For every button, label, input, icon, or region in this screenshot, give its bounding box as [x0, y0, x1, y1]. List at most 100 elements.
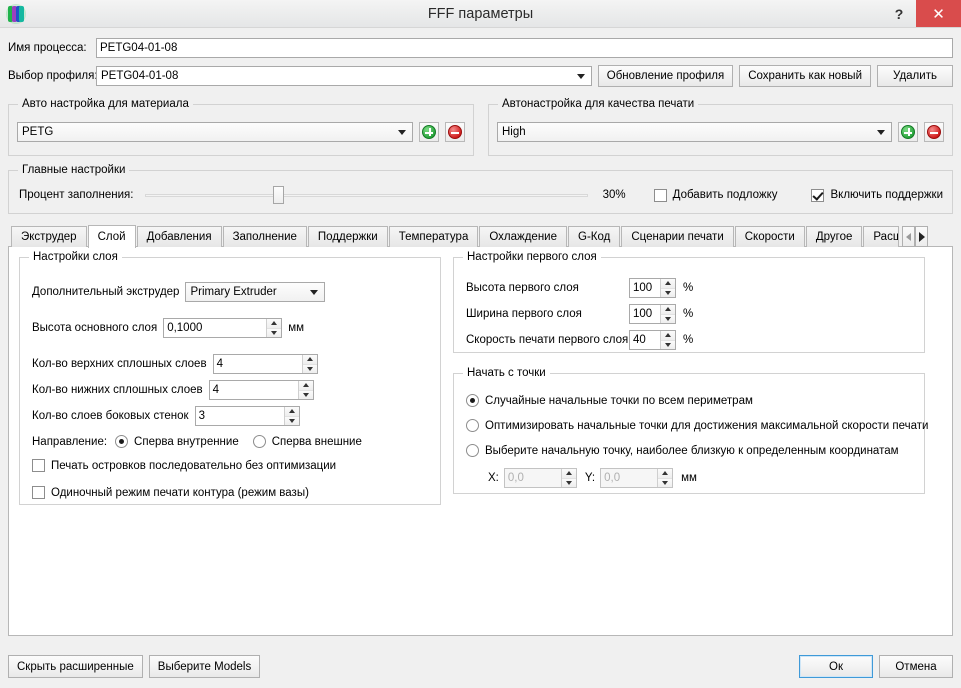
first-layer-height-value: 100	[633, 282, 653, 294]
remove-material-button[interactable]	[445, 122, 465, 142]
stepper-down[interactable]	[267, 327, 282, 337]
add-quality-button[interactable]	[898, 122, 918, 142]
start-random-label: Случайные начальные точки по всем периме…	[485, 394, 753, 407]
stepper-down[interactable]	[658, 477, 673, 487]
vase-mode-checkbox[interactable]: Одиночный режим печати контура (режим ва…	[32, 486, 309, 499]
tab-11[interactable]: Расш	[863, 226, 900, 247]
stepper-down[interactable]	[302, 363, 317, 373]
stepper-up[interactable]	[284, 407, 299, 416]
tab-10[interactable]: Другое	[805, 226, 863, 247]
direction-inner-first-radio[interactable]: Сперва внутренние	[115, 435, 239, 448]
window-controls: ? ✕	[882, 0, 961, 27]
remove-quality-button[interactable]	[924, 122, 944, 142]
first-layer-width-value: 100	[633, 308, 653, 320]
tab-strip: Экструдер Слой Добавления Заполнение Поддерж…	[8, 224, 953, 248]
stepper-down[interactable]	[298, 389, 313, 399]
select-models-button[interactable]: Выберите Models	[148, 655, 261, 678]
profile-label: Выбор профиля:	[8, 70, 98, 82]
stepper-down[interactable]	[661, 339, 675, 349]
tab-5[interactable]: Температура	[388, 226, 479, 247]
first-layer-width-stepper[interactable]: 100	[629, 304, 676, 324]
tab-label: Добавления	[146, 231, 212, 243]
direction-label: Направление:	[32, 435, 108, 448]
tab-2[interactable]: Добавления	[136, 226, 222, 247]
layer-height-stepper[interactable]: 0,1000	[163, 318, 283, 338]
ok-button[interactable]: Ок	[799, 655, 873, 678]
plus-icon	[422, 125, 436, 139]
stepper-up[interactable]	[267, 319, 282, 328]
first-layer-group: Настройки первого слоя Высота первого сл…	[453, 251, 925, 353]
direction-outer-first-radio[interactable]: Сперва внешние	[252, 435, 362, 448]
radio-selected	[115, 435, 129, 448]
stepper-up[interactable]	[561, 469, 576, 478]
sequential-islands-checkbox[interactable]: Печать островков последовательно без опт…	[32, 459, 336, 472]
help-icon[interactable]: ?	[882, 0, 916, 27]
tab-3[interactable]: Заполнение	[222, 226, 307, 247]
stepper-down[interactable]	[661, 313, 675, 323]
top-solid-layers-stepper[interactable]: 4	[212, 354, 318, 374]
add-material-button[interactable]	[419, 122, 439, 142]
add-raft-label: Добавить подложку	[672, 189, 778, 201]
tab-7[interactable]: G-Код	[568, 226, 621, 247]
tab-label: Температура	[398, 231, 469, 243]
stepper-up[interactable]	[302, 355, 317, 364]
slider-handle[interactable]	[272, 186, 284, 204]
delete-profile-button[interactable]: Удалить	[877, 65, 953, 87]
enable-supports-checkbox[interactable]: Включить поддержки	[811, 188, 943, 202]
stepper-down[interactable]	[661, 287, 675, 297]
tab-4[interactable]: Поддержки	[307, 226, 388, 247]
start-random-radio[interactable]: Случайные начальные точки по всем периме…	[466, 394, 753, 407]
tab-scroll-left-icon[interactable]	[902, 226, 916, 247]
tab-0[interactable]: Экструдер	[11, 226, 87, 247]
quality-select[interactable]: High	[497, 122, 892, 142]
start-x-value: 0,0	[507, 472, 524, 484]
extra-extruder-select[interactable]: Primary Extruder	[185, 282, 326, 302]
profile-select[interactable]: PETG04-01-08	[96, 66, 592, 86]
material-autoconfig-title: Авто настройка для материала	[18, 98, 193, 110]
start-point-title: Начать с точки	[463, 367, 550, 379]
start-y-stepper[interactable]: 0,0	[600, 468, 674, 488]
start-optimize-radio[interactable]: Оптимизировать начальные точки для дости…	[466, 419, 928, 432]
cancel-button[interactable]: Отмена	[879, 655, 953, 678]
process-name-input[interactable]	[96, 38, 953, 58]
bottom-solid-layers-value: 4	[212, 384, 220, 396]
tab-label: Другое	[815, 231, 853, 243]
first-layer-height-stepper[interactable]: 100	[629, 278, 676, 298]
start-x-stepper[interactable]: 0,0	[503, 468, 577, 488]
start-coords-radio[interactable]: Выберите начальную точку, наиболее близк…	[466, 444, 899, 457]
perimeter-layers-label: Кол-во слоев боковых стенок	[32, 410, 189, 422]
stepper-up[interactable]	[661, 305, 675, 314]
tab-9[interactable]: Скорости	[734, 226, 805, 247]
bottom-solid-layers-stepper[interactable]: 4	[208, 380, 314, 400]
checkbox-box	[32, 459, 45, 472]
material-select[interactable]: PETG	[17, 122, 413, 142]
stepper-up[interactable]	[661, 279, 675, 288]
settings-tabs: Экструдер Слой Добавления Заполнение Поддерж…	[8, 224, 953, 636]
stepper-up[interactable]	[298, 381, 313, 390]
bottom-solid-layers-label: Кол-во нижних сплошных слоев	[32, 384, 203, 396]
first-layer-height-label: Высота первого слоя	[466, 282, 579, 294]
stepper-down[interactable]	[561, 477, 576, 487]
stepper-up[interactable]	[661, 331, 675, 340]
update-profile-button[interactable]: Обновление профиля	[597, 65, 734, 87]
perimeter-layers-stepper[interactable]: 3	[194, 406, 300, 426]
tab-6[interactable]: Охлаждение	[479, 226, 567, 247]
first-layer-speed-stepper[interactable]: 40	[629, 330, 676, 350]
stepper-up[interactable]	[658, 469, 673, 478]
top-solid-layers-label: Кол-во верхних сплошных слоев	[32, 358, 207, 370]
tab-8[interactable]: Сценарии печати	[621, 226, 734, 247]
first-layer-speed-unit: %	[683, 334, 694, 346]
add-raft-checkbox[interactable]: Добавить подложку	[653, 188, 778, 202]
stepper-down[interactable]	[284, 415, 299, 425]
quality-select-value: High	[502, 126, 526, 138]
checkbox-box	[32, 486, 45, 499]
checkbox-box	[653, 188, 667, 202]
tab-1[interactable]: Слой	[87, 225, 136, 248]
tab-scroll-right-icon[interactable]	[915, 226, 929, 247]
close-icon[interactable]: ✕	[916, 0, 961, 27]
hide-advanced-button[interactable]: Скрыть расширенные	[8, 655, 143, 678]
tab-label: Расш	[873, 231, 900, 243]
tab-label: Скорости	[744, 231, 795, 243]
infill-slider[interactable]	[145, 186, 588, 204]
save-as-new-button[interactable]: Сохранить как новый	[739, 65, 871, 87]
